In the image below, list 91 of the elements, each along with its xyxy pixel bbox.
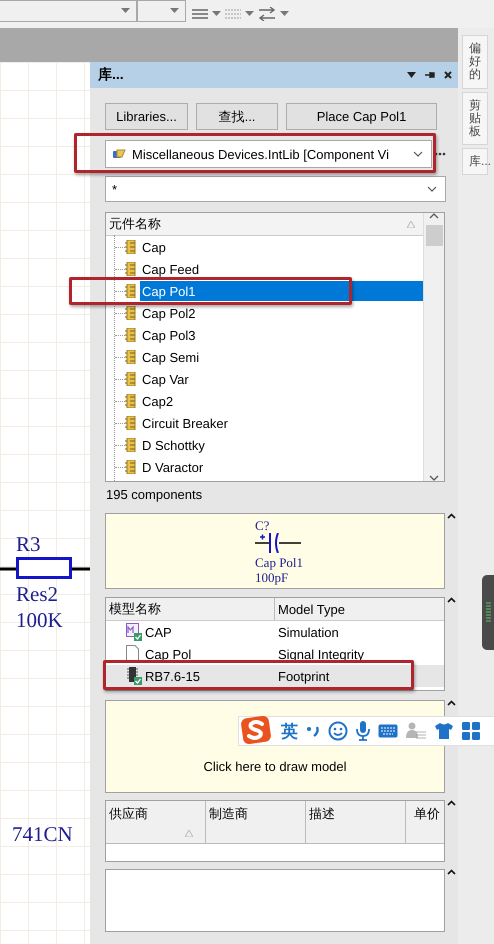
column-header[interactable]: 供应商 xyxy=(109,805,148,843)
column-header[interactable]: Model Type xyxy=(275,598,444,620)
column-header[interactable]: 模型名称 xyxy=(106,598,275,620)
component-count: 195 components xyxy=(105,487,204,503)
more-icon[interactable] xyxy=(434,152,446,156)
model-row[interactable]: RB7.6-15 Footprint xyxy=(106,665,444,687)
component-icon xyxy=(125,306,136,320)
collapse-icon[interactable] xyxy=(447,800,456,806)
component-label: Res2 xyxy=(16,584,58,605)
scrollbar[interactable] xyxy=(423,213,444,481)
collapse-icon[interactable] xyxy=(447,700,456,706)
keyboard-icon[interactable] xyxy=(378,724,398,738)
smiley-icon[interactable] xyxy=(328,721,348,741)
level-bars-icon xyxy=(486,602,490,624)
component-icon xyxy=(125,394,136,408)
component-icon xyxy=(125,372,136,386)
component-label: 741CN xyxy=(12,824,73,845)
library-field[interactable]: Miscellaneous Devices.IntLib [Component Vi xyxy=(105,140,432,168)
side-tab[interactable]: 偏好的 xyxy=(462,35,488,89)
capacitor-symbol xyxy=(255,533,303,553)
model-name: RB7.6-15 xyxy=(145,668,200,684)
component-icon xyxy=(125,416,136,430)
dropdown-arrow-icon xyxy=(280,11,289,17)
dropdown-field[interactable] xyxy=(0,0,137,22)
line-style-icon[interactable] xyxy=(225,8,241,20)
component-icon xyxy=(125,240,136,254)
component-item[interactable]: Cap Pol1 xyxy=(140,281,423,301)
simulation-model-icon xyxy=(126,623,142,641)
collapse-icon[interactable] xyxy=(447,597,456,603)
component-icon xyxy=(125,284,136,298)
model-type: Footprint xyxy=(277,668,330,684)
column-header[interactable]: 制造商 xyxy=(209,805,248,843)
component-icon xyxy=(125,328,136,342)
component-icon xyxy=(125,460,136,474)
value-label: 100pF xyxy=(255,570,290,585)
column-header[interactable]: 单价 xyxy=(414,805,440,843)
pin-icon[interactable] xyxy=(425,71,435,79)
model-name: CAP xyxy=(145,624,172,640)
component-item[interactable]: Cap Semi xyxy=(140,347,423,367)
collapse-icon[interactable] xyxy=(447,513,456,519)
component-item[interactable]: Cap Feed xyxy=(140,259,423,279)
component-item[interactable]: Cap Pol3 xyxy=(140,325,423,345)
column-header[interactable]: 元件名称 xyxy=(106,213,423,236)
sort-icon xyxy=(407,220,415,228)
component-item[interactable]: Cap Var xyxy=(140,369,423,389)
dropdown-arrow-icon xyxy=(121,8,130,14)
scroll-thumb[interactable] xyxy=(426,225,442,246)
dropdown-field[interactable] xyxy=(137,0,186,22)
component-icon xyxy=(125,438,136,452)
component-item[interactable]: Cap2 xyxy=(140,391,423,411)
collapse-icon[interactable] xyxy=(447,869,456,875)
component-label: 100K xyxy=(16,610,63,631)
component-icon xyxy=(125,262,136,276)
dropdown-arrow-icon xyxy=(170,8,179,14)
component-item[interactable]: Circuit Breaker xyxy=(140,413,423,433)
model-type: Simulation xyxy=(277,624,339,640)
toolbar-button[interactable]: 查找... xyxy=(196,103,278,130)
input-mode-toggle[interactable]: 英 xyxy=(281,720,298,742)
component-item[interactable]: D Schottky xyxy=(140,435,423,455)
component-label: R3 xyxy=(16,534,41,555)
scroll-up-icon xyxy=(429,213,439,219)
designator-label: C? xyxy=(255,518,270,533)
component-item[interactable]: Cap xyxy=(140,237,423,257)
grid-icon[interactable] xyxy=(462,722,480,740)
model-row[interactable]: CAP Simulation xyxy=(106,621,444,643)
component-item[interactable]: D Varactor xyxy=(140,457,423,477)
line-width-icon[interactable] xyxy=(192,8,208,20)
chip-icon xyxy=(126,667,142,685)
placeholder-text: Click here to draw model xyxy=(203,759,347,774)
filter-field[interactable]: * xyxy=(105,176,446,202)
library-icon xyxy=(112,148,126,160)
model-name: Cap Pol xyxy=(145,646,192,662)
component-item[interactable]: Cap Pol2 xyxy=(140,303,423,323)
close-icon[interactable] xyxy=(444,71,452,79)
panel-title: 库... xyxy=(98,66,125,84)
column-header[interactable]: 描述 xyxy=(309,805,335,843)
dropdown-arrow-icon xyxy=(212,11,221,17)
microphone-icon[interactable] xyxy=(356,721,370,741)
swap-arrows-icon[interactable] xyxy=(258,7,276,21)
shirt-icon[interactable] xyxy=(434,722,454,740)
dropdown-arrow-icon xyxy=(245,11,254,17)
toolbar-button[interactable]: Libraries... xyxy=(105,103,188,130)
side-tab[interactable]: 剪贴板 xyxy=(462,92,488,146)
menu-arrow-icon[interactable] xyxy=(407,72,416,78)
side-handle[interactable] xyxy=(482,575,494,650)
comment-label: Cap Pol1 xyxy=(255,555,304,570)
toolbar-button[interactable]: Place Cap Pol1 xyxy=(286,103,437,130)
sort-icon xyxy=(185,830,193,837)
component-icon xyxy=(125,350,136,364)
scroll-down-icon xyxy=(429,475,439,481)
side-tab[interactable]: 库... xyxy=(462,148,488,176)
